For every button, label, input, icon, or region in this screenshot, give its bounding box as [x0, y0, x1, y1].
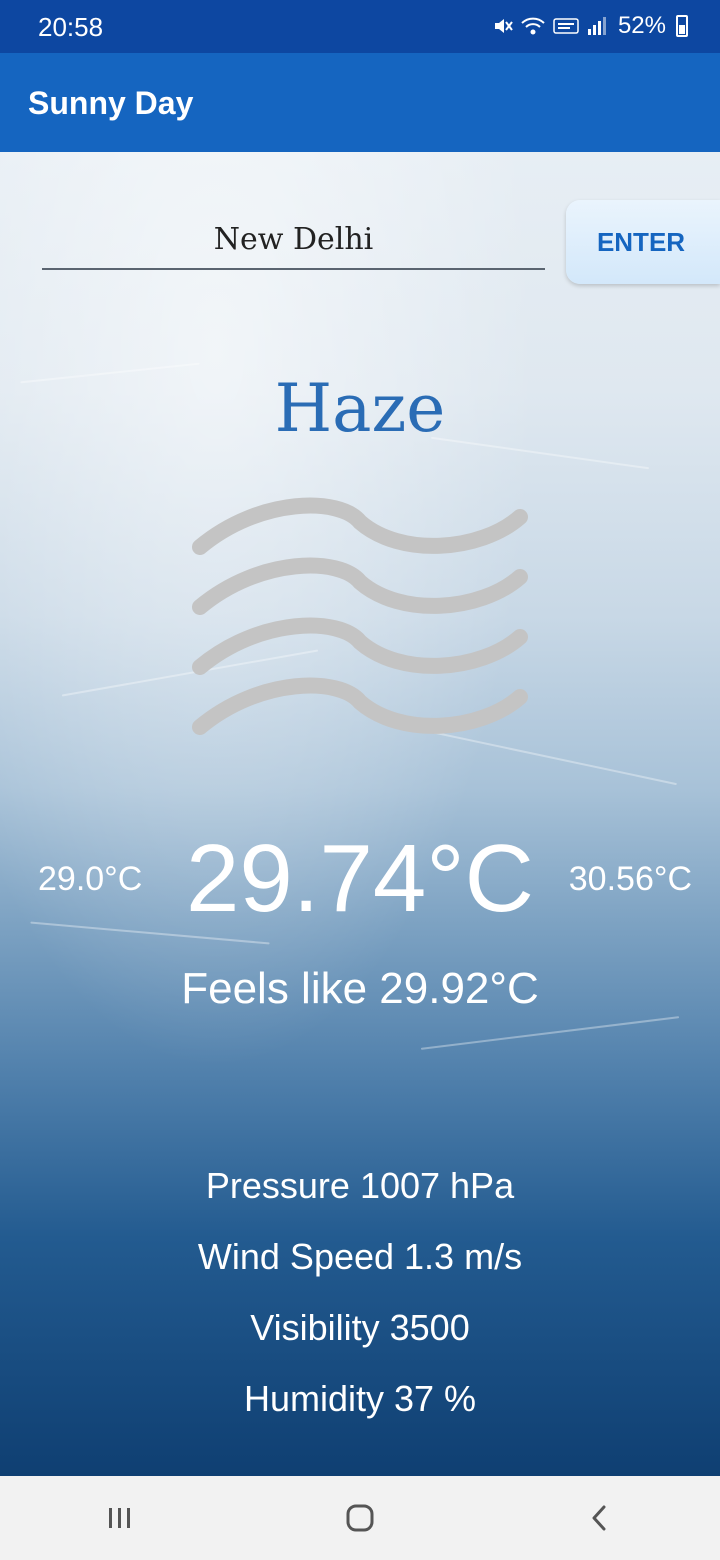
temp-max: 30.56°C — [568, 860, 692, 898]
status-icons: 52% — [492, 12, 688, 40]
humidity-value: Humidity 37 % — [243, 1378, 477, 1419]
battery-icon — [676, 15, 688, 37]
battery-percent: 52% — [617, 12, 666, 39]
weather-details: Pressure 1007 hPa Wind Speed 1.3 m/s Vis… — [0, 1162, 720, 1446]
home-icon — [346, 1504, 374, 1532]
visibility-value: Visibility 3500 — [250, 1307, 470, 1348]
navigation-bar — [0, 1476, 720, 1560]
wind-speed-value: Wind Speed 1.3 m/s — [197, 1236, 523, 1277]
feels-like: Feels like 29.92°C — [181, 964, 539, 1013]
back-icon — [592, 1505, 606, 1531]
haze-icon — [192, 497, 528, 735]
pressure-value: Pressure 1007 hPa — [205, 1165, 515, 1206]
app-title: Sunny Day — [28, 85, 194, 121]
enter-button[interactable]: ENTER — [566, 200, 720, 284]
mute-icon — [494, 19, 513, 33]
signal-icon — [587, 17, 606, 35]
app-bar: Sunny Day — [0, 53, 720, 152]
status-bar: 20:58 52% — [0, 0, 720, 53]
volte-icon — [553, 18, 579, 34]
recents-button[interactable] — [90, 1488, 150, 1548]
city-input[interactable]: New Delhi — [42, 212, 545, 270]
weather-panel: New Delhi ENTER Haze 29.0°C 29.74°C 30.5… — [0, 152, 720, 1476]
status-time: 20:58 — [38, 12, 104, 42]
weather-condition: Haze — [274, 370, 446, 447]
wifi-icon — [521, 17, 545, 35]
recents-icon — [109, 1508, 130, 1528]
back-button[interactable] — [570, 1488, 630, 1548]
texture-line — [420, 1016, 680, 1050]
home-button[interactable] — [330, 1488, 390, 1548]
